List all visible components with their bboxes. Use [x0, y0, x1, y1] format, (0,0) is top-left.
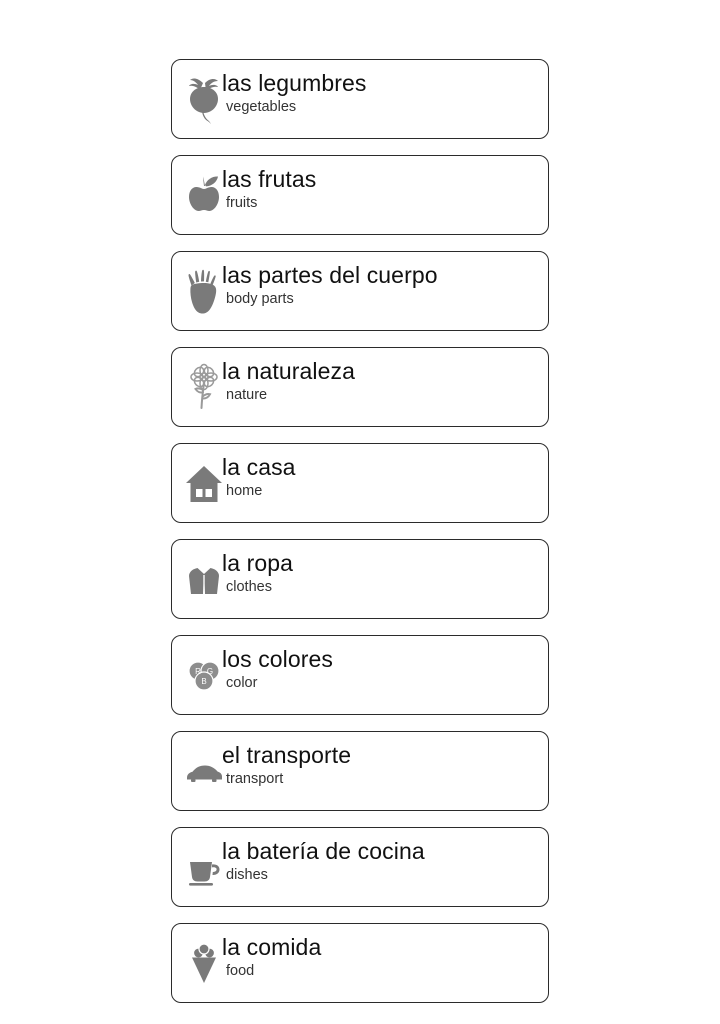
category-card-colors[interactable]: R G B los colores color — [171, 635, 549, 715]
category-subtitle: body parts — [226, 291, 294, 307]
category-title: los colores — [222, 646, 334, 672]
category-card-transport[interactable]: el transporte transport — [171, 731, 549, 811]
category-picker-screen: las legumbres vegetables las frutas frui… — [0, 0, 720, 1024]
rgb-circles-icon: R G B — [181, 648, 227, 704]
category-subtitle: nature — [226, 387, 268, 403]
rgb-label-r: R — [195, 667, 201, 676]
category-subtitle: transport — [226, 771, 284, 787]
category-card-text: la naturaleza nature — [222, 357, 540, 404]
category-card-clothes[interactable]: la ropa clothes — [171, 539, 549, 619]
category-subtitle: food — [226, 963, 255, 979]
category-title: las partes del cuerpo — [222, 262, 438, 288]
category-subtitle: clothes — [226, 579, 272, 595]
shirt-icon — [181, 552, 227, 608]
category-card-text: las legumbres vegetables — [222, 69, 540, 116]
rgb-label-b: B — [201, 677, 206, 686]
hand-icon — [181, 264, 227, 320]
category-title: la batería de cocina — [222, 838, 425, 864]
cup-icon — [181, 840, 227, 896]
category-title: la comida — [222, 934, 322, 960]
category-subtitle: color — [226, 675, 258, 691]
flower-icon — [181, 360, 227, 416]
category-title: la casa — [222, 454, 296, 480]
category-card-text: la ropa clothes — [222, 549, 540, 596]
category-card-text: la casa home — [222, 453, 540, 500]
category-title: la naturaleza — [222, 358, 355, 384]
category-card-body-parts[interactable]: las partes del cuerpo body parts — [171, 251, 549, 331]
category-card-text: las partes del cuerpo body parts — [222, 261, 540, 308]
category-title: las legumbres — [222, 70, 367, 96]
house-icon — [181, 456, 227, 512]
apple-icon — [181, 168, 227, 224]
category-title: la ropa — [222, 550, 294, 576]
category-card-text: la comida food — [222, 933, 540, 980]
rgb-label-g: G — [207, 667, 213, 676]
category-card-fruits[interactable]: las frutas fruits — [171, 155, 549, 235]
category-subtitle: dishes — [226, 867, 268, 883]
ice-cream-cone-icon — [181, 936, 227, 992]
category-card-dishes[interactable]: la batería de cocina dishes — [171, 827, 549, 907]
category-card-text: los colores color — [222, 645, 540, 692]
category-card-vegetables[interactable]: las legumbres vegetables — [171, 59, 549, 139]
category-subtitle: vegetables — [226, 99, 297, 115]
category-card-nature[interactable]: la naturaleza nature — [171, 347, 549, 427]
car-icon — [181, 744, 227, 800]
category-title: las frutas — [222, 166, 317, 192]
category-card-home[interactable]: la casa home — [171, 443, 549, 523]
category-title: el transporte — [222, 742, 352, 768]
category-subtitle: fruits — [226, 195, 258, 211]
category-card-text: el transporte transport — [222, 741, 540, 788]
category-subtitle: home — [226, 483, 263, 499]
category-card-text: la batería de cocina dishes — [222, 837, 540, 884]
category-list: las legumbres vegetables las frutas frui… — [171, 59, 549, 1019]
category-card-food[interactable]: la comida food — [171, 923, 549, 1003]
beet-icon — [181, 72, 227, 128]
category-card-text: las frutas fruits — [222, 165, 540, 212]
